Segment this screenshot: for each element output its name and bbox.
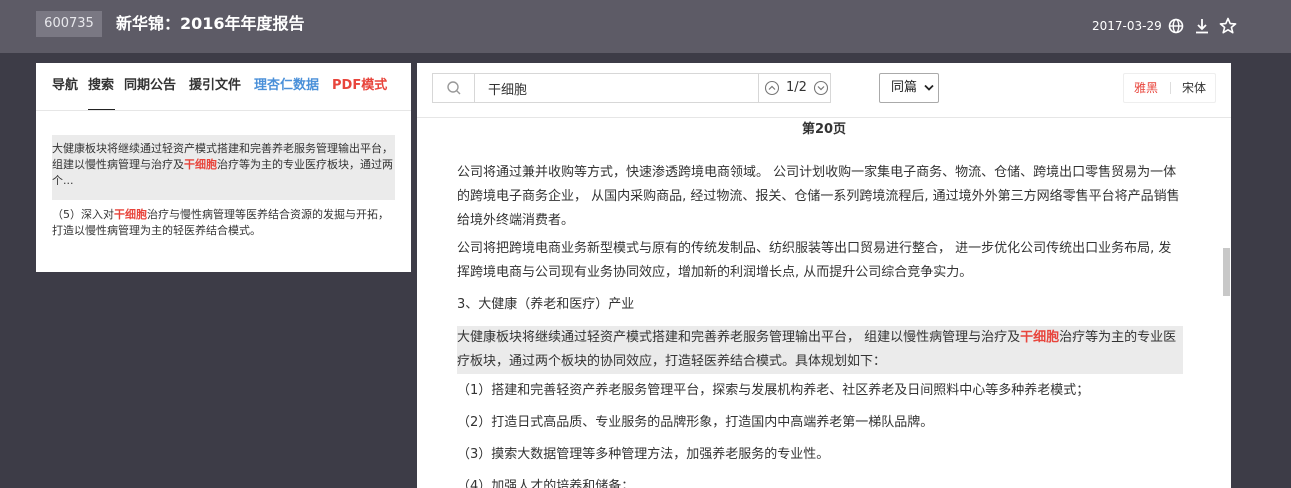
document-paragraph: （2）打造日式高品质、专业服务的品牌形象，打造国内中高端养老第一梯队品牌。	[457, 415, 934, 430]
report-date: 2017-03-29	[1092, 19, 1162, 33]
next-match-icon[interactable]	[813, 80, 829, 96]
match-navigation: 1/2	[758, 74, 832, 102]
search-input[interactable]	[476, 74, 770, 102]
globe-icon[interactable]	[1166, 16, 1186, 36]
tab-pdf-mode[interactable]: PDF模式	[332, 77, 387, 95]
document-viewer: 1/2 同篇 雅黑 宋体 第20页 公司将通过兼并收购等方式，快速渗透跨境电商领…	[417, 63, 1231, 488]
stock-code: 600735	[36, 11, 102, 37]
paragraph-text: 大健康板块将继续通过轻资产模式搭建和完善养老服务管理输出平台， 组建以慢性病管理…	[457, 330, 1021, 345]
tab-same-period[interactable]: 同期公告	[124, 77, 176, 95]
match-count: 1/2	[786, 80, 807, 95]
search-icon[interactable]	[433, 74, 475, 102]
section-heading: 3、大健康（养老和医疗）产业	[457, 297, 635, 312]
highlighted-paragraph: 大健康板块将继续通过轻资产模式搭建和完善养老服务管理输出平台， 组建以慢性病管理…	[457, 326, 1183, 374]
top-bar: 600735 新华锦：2016年年度报告 2017-03-29	[0, 0, 1291, 53]
document-paragraph: 公司将通过兼并收购等方式，快速渗透跨境电商领域。 公司计划收购一家集电子商务、物…	[457, 165, 1180, 228]
select-value: 同篇	[891, 80, 918, 95]
tab-navigation[interactable]: 导航	[52, 77, 78, 95]
search-highlight: 干细胞	[1020, 330, 1060, 345]
document-paragraph: （1）搭建和完善轻资产养老服务管理平台，探索与发展机构养老、社区养老及日间照料中…	[457, 383, 1090, 398]
font-option-songti[interactable]: 宋体	[1182, 80, 1206, 96]
result-highlight: 干细胞	[114, 208, 147, 221]
document-paragraph: （4）加强人才的培养和储备；	[457, 479, 635, 488]
chevron-down-icon	[924, 84, 934, 91]
document-paragraph: （3）摸索大数据管理等多种管理方法，加强养老服务的专业性。	[457, 447, 830, 462]
left-panel: 导航 搜索 同期公告 援引文件 理杏仁数据 PDF模式 大健康板块将继续通过轻资…	[36, 63, 411, 272]
star-icon[interactable]	[1218, 16, 1238, 36]
search-result-item[interactable]: （5）深入对干细胞治疗与慢性病管理等医养结合资源的发掘与开拓，打造以慢性病管理为…	[52, 207, 395, 239]
tab-lixinger-data[interactable]: 理杏仁数据	[254, 77, 319, 95]
result-text: （5）深入对	[52, 208, 114, 221]
font-switcher: 雅黑 宋体	[1123, 73, 1216, 103]
result-highlight: 干细胞	[184, 158, 217, 171]
divider	[36, 110, 411, 111]
previous-match-icon[interactable]	[764, 80, 780, 96]
document-paragraph: 公司将把跨境电商业务新型模式与原有的传统发制品、纺织服装等出口贸易进行整合， 进…	[457, 241, 1172, 280]
scrollbar-thumb[interactable]	[1223, 248, 1230, 296]
report-title: 新华锦：2016年年度报告	[116, 14, 305, 33]
search-result-item[interactable]: 大健康板块将继续通过轻资产模式搭建和完善养老服务管理输出平台， 组建以慢性病管理…	[52, 135, 395, 200]
search-toolbar: 1/2 同篇 雅黑 宋体	[417, 63, 1231, 118]
search-box: 1/2	[432, 73, 831, 103]
tab-search[interactable]: 搜索	[88, 77, 116, 111]
search-scope-select[interactable]: 同篇	[879, 73, 939, 103]
tab-cited-documents[interactable]: 援引文件	[189, 77, 241, 95]
font-option-yahei[interactable]: 雅黑	[1134, 80, 1158, 96]
page-title: 第20页	[801, 122, 847, 137]
divider	[1170, 82, 1171, 94]
download-icon[interactable]	[1192, 16, 1212, 36]
